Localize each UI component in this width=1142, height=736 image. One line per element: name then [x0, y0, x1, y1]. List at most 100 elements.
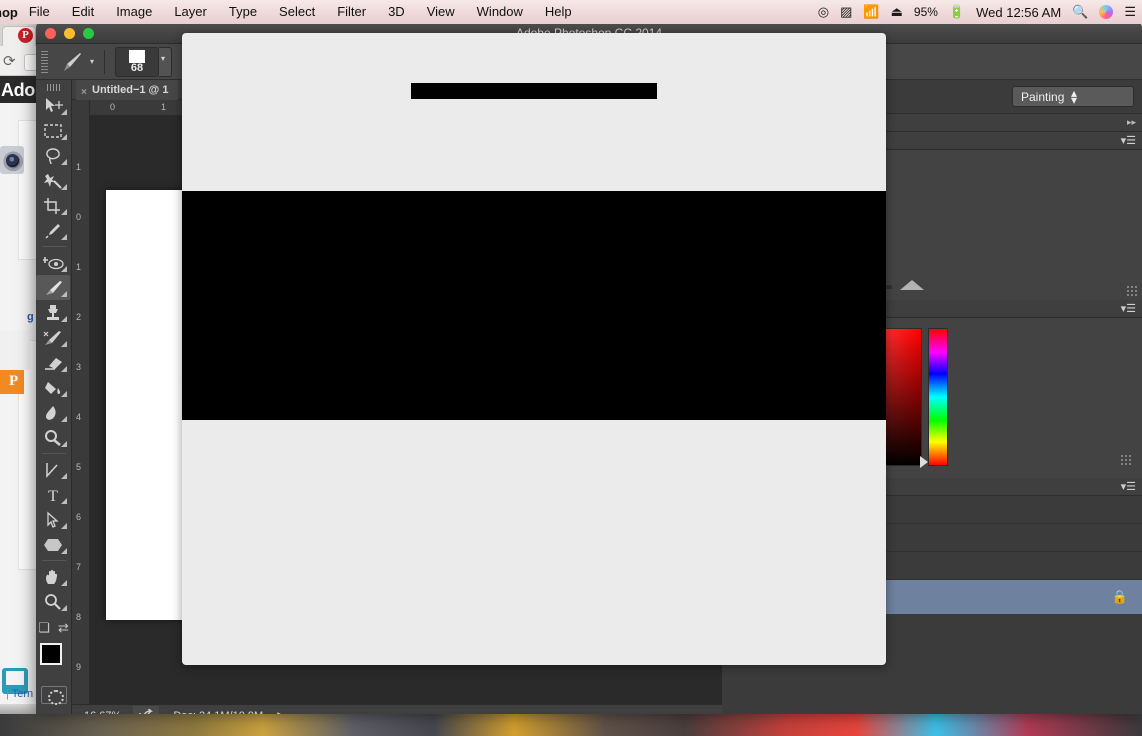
- marquee-tool[interactable]: [36, 118, 70, 143]
- zoom-level[interactable]: 16.67%: [72, 710, 133, 715]
- type-tool[interactable]: T: [36, 482, 70, 507]
- orange-app-tile[interactable]: P: [0, 370, 24, 394]
- clone-stamp-tool[interactable]: [36, 300, 70, 325]
- default-colors-icon[interactable]: ❏: [38, 620, 50, 636]
- menu-item-window[interactable]: Window: [466, 0, 534, 24]
- pinterest-icon[interactable]: P: [18, 28, 33, 43]
- tools-divider-3: [41, 560, 66, 561]
- menu-item-select[interactable]: Select: [268, 0, 326, 24]
- dropbox-icon[interactable]: ▨: [840, 0, 852, 24]
- path-selection-tool[interactable]: [36, 507, 70, 532]
- foreground-color-swatch[interactable]: [40, 643, 62, 665]
- color-swatches[interactable]: [36, 640, 74, 680]
- site-badge-2: g: [27, 311, 34, 323]
- eraser-tool[interactable]: [36, 350, 70, 375]
- vertical-ruler[interactable]: 1 0 1 2 3 4 5 6 7 8 9: [72, 100, 90, 704]
- collapse-arrows-icon[interactable]: ▸▸: [1127, 117, 1136, 128]
- menu-app-name[interactable]: hop: [0, 5, 18, 20]
- options-bar-grip[interactable]: [41, 50, 48, 73]
- menu-clock[interactable]: Wed 12:56 AM: [976, 5, 1061, 20]
- ruler-v-tick-5: 4: [76, 412, 82, 422]
- menu-item-view[interactable]: View: [416, 0, 466, 24]
- ruler-v-tick-3: 2: [76, 312, 82, 322]
- move-tool[interactable]: [36, 93, 70, 118]
- quick-mask-icon[interactable]: [40, 686, 67, 705]
- share-icon[interactable]: [133, 705, 160, 714]
- brush-preset-caret[interactable]: ▾: [90, 57, 94, 66]
- panel-menu-icon[interactable]: ▾☰: [1121, 134, 1136, 147]
- spot-healing-tool[interactable]: [36, 250, 70, 275]
- macos-dock[interactable]: [0, 714, 1142, 736]
- brush-tool[interactable]: [36, 275, 70, 300]
- workspace-selector[interactable]: Painting ▴ ▾: [1012, 86, 1134, 107]
- pen-tool[interactable]: [36, 457, 70, 482]
- wifi-icon[interactable]: 📶: [863, 0, 879, 24]
- ruler-v-tick-7: 6: [76, 512, 82, 522]
- notification-center-icon[interactable]: ☰: [1124, 0, 1136, 24]
- black-redaction-bar: [411, 83, 657, 99]
- paint-bucket-tool[interactable]: [36, 375, 70, 400]
- ruler-v-tick-0: 1: [76, 162, 82, 172]
- hue-strip[interactable]: [928, 328, 948, 466]
- ruler-v-tick-6: 5: [76, 462, 82, 472]
- shape-tool[interactable]: [36, 532, 70, 557]
- brush-size-stepper[interactable]: [159, 46, 173, 77]
- tools-divider-2: [41, 453, 66, 454]
- airplay-icon[interactable]: ⏏: [891, 0, 903, 24]
- panel-menu-icon[interactable]: ▾☰: [1121, 302, 1136, 315]
- svg-text:T: T: [48, 488, 58, 504]
- ruler-h-tick-1: 1: [161, 102, 167, 112]
- siri-icon[interactable]: [1099, 5, 1114, 19]
- menu-item-type[interactable]: Type: [218, 0, 268, 24]
- menu-item-image[interactable]: Image: [105, 0, 163, 24]
- tools-panel-grip[interactable]: [46, 84, 61, 91]
- status-bar[interactable]: 16.67% Doc: 24.1M/10.9M ▶: [72, 704, 722, 714]
- tools-panel[interactable]: T ❏ ⇄: [36, 80, 74, 714]
- battery-percent: 95%: [913, 5, 938, 19]
- color-pointer-icon[interactable]: [920, 456, 928, 468]
- printer-paper: [6, 671, 24, 685]
- updown-arrows-icon[interactable]: ▴ ▾: [1021, 87, 1127, 106]
- search-icon[interactable]: 🔍: [1072, 0, 1088, 24]
- document-tab[interactable]: × Untitled−1 @ 1: [76, 80, 179, 100]
- brush-tool-icon[interactable]: [56, 50, 86, 74]
- zoom-slider-max-icon[interactable]: [900, 280, 924, 290]
- ruler-v-tick-1: 0: [76, 212, 82, 222]
- orange-tile-glyph: P: [9, 373, 19, 389]
- history-brush-tool[interactable]: [36, 325, 70, 350]
- menu-item-file[interactable]: File: [18, 0, 61, 24]
- creative-cloud-icon[interactable]: ◎: [818, 0, 829, 24]
- document-tab-label: Untitled−1 @ 1: [92, 84, 169, 96]
- dodge-tool[interactable]: [36, 425, 70, 450]
- ruler-v-tick-9: 8: [76, 612, 82, 622]
- brush-preset-picker[interactable]: 68: [115, 46, 160, 77]
- swap-colors-icon[interactable]: ⇄: [58, 620, 69, 636]
- lasso-tool[interactable]: [36, 143, 70, 168]
- printer-thumbnail[interactable]: [0, 330, 30, 694]
- crop-tool[interactable]: [36, 193, 70, 218]
- doc-size-text: Doc: 24.1M/10.9M: [159, 710, 277, 715]
- color-panel-grip[interactable]: [1120, 454, 1132, 466]
- menu-item-filter[interactable]: Filter: [326, 0, 377, 24]
- menu-item-edit[interactable]: Edit: [61, 0, 105, 24]
- reload-icon[interactable]: ⟳: [3, 54, 19, 70]
- battery-charging-icon[interactable]: 🔋: [949, 0, 965, 24]
- terms-link[interactable]: Tern: [12, 688, 33, 700]
- macos-menu-bar[interactable]: hop File Edit Image Layer Type Select Fi…: [0, 0, 1142, 24]
- panel-menu-icon[interactable]: ▾☰: [1121, 480, 1136, 493]
- tools-divider: [41, 246, 66, 247]
- menu-item-help[interactable]: Help: [534, 0, 583, 24]
- ruler-v-tick-4: 3: [76, 362, 82, 372]
- hand-tool[interactable]: [36, 564, 70, 589]
- menu-item-3d[interactable]: 3D: [377, 0, 416, 24]
- overlay-panel[interactable]: [182, 33, 886, 665]
- camera-lens-icon: [6, 154, 19, 167]
- status-expand-arrow[interactable]: ▶: [277, 710, 284, 714]
- blur-tool[interactable]: [36, 400, 70, 425]
- black-redaction-block: [182, 191, 886, 420]
- menu-item-layer[interactable]: Layer: [163, 0, 218, 24]
- magic-wand-tool[interactable]: [36, 168, 70, 193]
- zoom-tool[interactable]: [36, 589, 70, 614]
- panel-resize-grip[interactable]: [1126, 285, 1138, 297]
- eyedropper-tool[interactable]: [36, 218, 70, 243]
